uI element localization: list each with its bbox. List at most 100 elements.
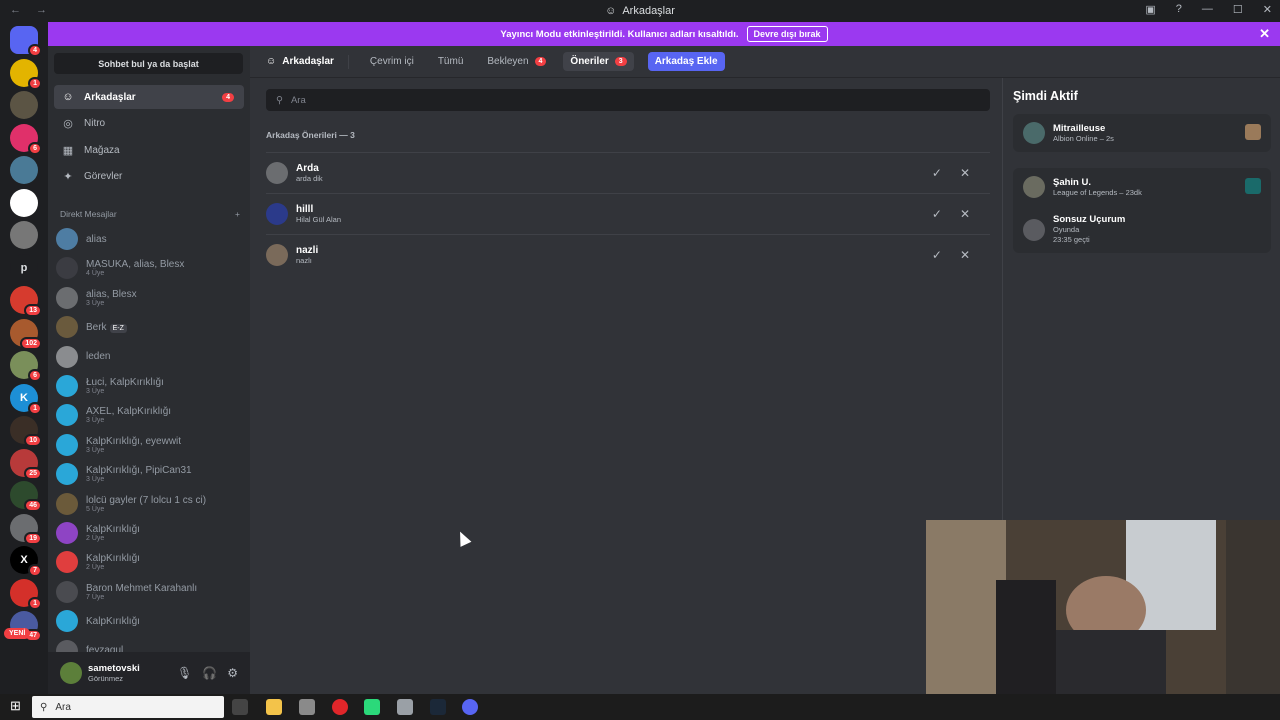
dm-member-count: 4 Üye <box>86 270 105 278</box>
server-icon[interactable] <box>10 221 38 249</box>
dm-item[interactable]: leden <box>56 343 244 371</box>
server-icon[interactable]: 13 <box>10 286 42 317</box>
maximize-icon[interactable]: ☐ <box>1233 3 1243 16</box>
server-icon[interactable]: 1 <box>10 578 42 610</box>
activity-user: Sonsuz Uçurum <box>1053 214 1126 225</box>
sidebar-item-quests[interactable]: ✦ Görevler <box>54 165 244 189</box>
server-label: X <box>20 554 28 566</box>
dm-member-count: 3 Üye <box>86 417 105 425</box>
activity-user: Şahin U. <box>1053 176 1092 188</box>
discord-taskbar-icon[interactable] <box>462 699 478 715</box>
unread-badge: 46 <box>24 499 42 512</box>
accept-check-icon[interactable]: ✓ <box>932 166 942 180</box>
server-icon[interactable]: 10 <box>10 416 42 447</box>
avatar <box>266 203 288 225</box>
task-view-icon[interactable] <box>232 699 248 715</box>
steam-icon[interactable] <box>430 699 446 715</box>
dm-item[interactable]: Łuci, KalpKırıklığı 3 Üye <box>56 372 244 400</box>
banner-text: Yayıncı Modu etkinleştirildi. Kullanıcı … <box>500 28 739 40</box>
avatar <box>56 551 78 574</box>
suggestion-row[interactable]: nazli nazlı ✓ ✕ <box>266 234 990 275</box>
server-icon[interactable]: K1 <box>10 383 42 415</box>
server-icon[interactable]: 25 <box>10 448 42 480</box>
dm-item[interactable]: lolcü gayler (7 lolcu 1 cs ci) 5 Üye <box>56 490 244 518</box>
file-explorer-icon[interactable] <box>266 699 282 715</box>
dm-item[interactable]: alias, Blesx 3 Üye <box>56 284 244 312</box>
suggestion-subtext: nazlı <box>296 256 312 265</box>
headphones-icon[interactable]: 🎧 <box>202 666 217 680</box>
dm-item[interactable]: KalpKırıklığı 2 Üye <box>56 548 244 576</box>
find-conversation-button[interactable]: Sohbet bul ya da başlat <box>54 53 243 74</box>
settings-gear-icon[interactable]: ⚙ <box>227 666 238 680</box>
dm-header-label: Direkt Mesajlar <box>60 209 117 219</box>
add-dm-icon[interactable]: + <box>235 209 240 219</box>
tab-1[interactable]: Tümü <box>431 52 471 71</box>
dm-name: AXEL, KalpKırıklığı <box>86 406 172 418</box>
search-icon: ⚲ <box>276 94 283 106</box>
tab-0[interactable]: Çevrim içi <box>363 52 421 71</box>
search-input[interactable]: ⚲ Ara <box>266 89 990 111</box>
add-friend-button[interactable]: Arkadaş Ekle <box>647 52 725 71</box>
help-icon[interactable]: ? <box>1176 3 1182 16</box>
server-icon[interactable] <box>10 91 38 119</box>
dismiss-x-icon[interactable]: ✕ <box>960 207 970 221</box>
files-icon[interactable] <box>397 699 413 715</box>
minimize-icon[interactable]: — <box>1202 3 1213 16</box>
back-forward-icons[interactable]: ← → <box>10 4 53 16</box>
server-icon[interactable]: 19 <box>10 513 42 545</box>
suggestion-row[interactable]: Arda arda dik ✓ ✕ <box>266 152 990 193</box>
dm-item[interactable]: alias <box>56 225 244 253</box>
server-icon[interactable]: 6 <box>10 123 42 155</box>
taskbar-search-input[interactable]: ⚲ Ara <box>32 696 224 718</box>
server-icon[interactable]: 46 <box>10 481 42 512</box>
server-icon[interactable]: X7 <box>10 546 42 577</box>
windows-start-icon[interactable]: ⊞ <box>10 698 21 714</box>
app-icon[interactable] <box>364 699 380 715</box>
dm-item[interactable]: Berk E-Z <box>56 313 244 341</box>
server-icon[interactable]: 6 <box>10 351 42 382</box>
activity-entry[interactable]: Mitrailleuse Albion Online – 2s <box>1013 114 1271 152</box>
microphone-icon[interactable]: 🎙 <box>177 666 192 680</box>
opera-icon[interactable] <box>332 699 348 715</box>
dm-item[interactable]: MASUKA, alias, Blesx 4 Üye <box>56 254 244 282</box>
dm-item[interactable]: Baron Mehmet Karahanlı 7 Üye <box>56 578 244 606</box>
avatar <box>1023 176 1045 198</box>
sidebar-item-shop[interactable]: ▦ Mağaza <box>54 138 244 162</box>
activity-entry[interactable]: Şahin U. League of Legends – 23dk <box>1013 168 1271 206</box>
user-status: Görünmez <box>88 674 124 683</box>
server-icon[interactable]: 1 <box>10 58 42 90</box>
server-icon[interactable] <box>10 188 38 217</box>
dismiss-x-icon[interactable]: ✕ <box>960 248 970 262</box>
dm-item[interactable]: KalpKırıklığı <box>56 607 244 635</box>
accept-check-icon[interactable]: ✓ <box>932 248 942 262</box>
dm-item[interactable]: KalpKırıklığı 2 Üye <box>56 519 244 547</box>
sidebar-item-friends[interactable]: ☺ Arkadaşlar 4 <box>54 85 244 109</box>
server-icon[interactable]: p <box>10 253 38 282</box>
active-now-card[interactable]: Şahin U. League of Legends – 23dk Sonsuz U… <box>1013 168 1271 253</box>
server-icon[interactable] <box>10 156 38 184</box>
suggestion-row[interactable]: hilll Hilal Gül Alan ✓ ✕ <box>266 193 990 234</box>
dm-item[interactable]: AXEL, KalpKırıklığı 3 Üye <box>56 401 244 429</box>
avatar[interactable] <box>60 662 82 684</box>
server-icon[interactable]: 4 <box>10 26 42 57</box>
tab-3[interactable]: Öneriler 3 <box>563 52 634 71</box>
dm-item[interactable]: KalpKırıklığı, PipiCan31 3 Üye <box>56 460 244 488</box>
close-banner-icon[interactable]: ✕ <box>1259 26 1270 42</box>
browser-icon[interactable] <box>299 699 315 715</box>
inbox-icon[interactable]: ▣ <box>1145 3 1155 16</box>
close-window-icon[interactable]: ✕ <box>1263 3 1272 16</box>
dismiss-x-icon[interactable]: ✕ <box>960 166 970 180</box>
sidebar-item-label: Görevler <box>84 171 123 182</box>
search-icon: ⚲ <box>40 701 48 713</box>
disable-streamer-button[interactable]: Devre dışı bırak <box>746 26 828 42</box>
dm-name: MASUKA, alias, Blesx <box>86 259 185 271</box>
activity-entry[interactable]: Sonsuz Uçurum Oyunda 23:35 geçti <box>1013 206 1271 253</box>
avatar <box>56 492 78 515</box>
active-now-card[interactable]: Mitrailleuse Albion Online – 2s <box>1013 114 1271 152</box>
tab-2[interactable]: Bekleyen 4 <box>480 52 553 71</box>
sidebar-item-nitro[interactable]: ◎ Nitro <box>54 112 244 136</box>
accept-check-icon[interactable]: ✓ <box>932 207 942 221</box>
dm-item[interactable]: KalpKırıklığı, eyewwit 3 Üye <box>56 431 244 459</box>
avatar <box>56 404 78 427</box>
server-icon[interactable]: 102 <box>10 318 42 350</box>
